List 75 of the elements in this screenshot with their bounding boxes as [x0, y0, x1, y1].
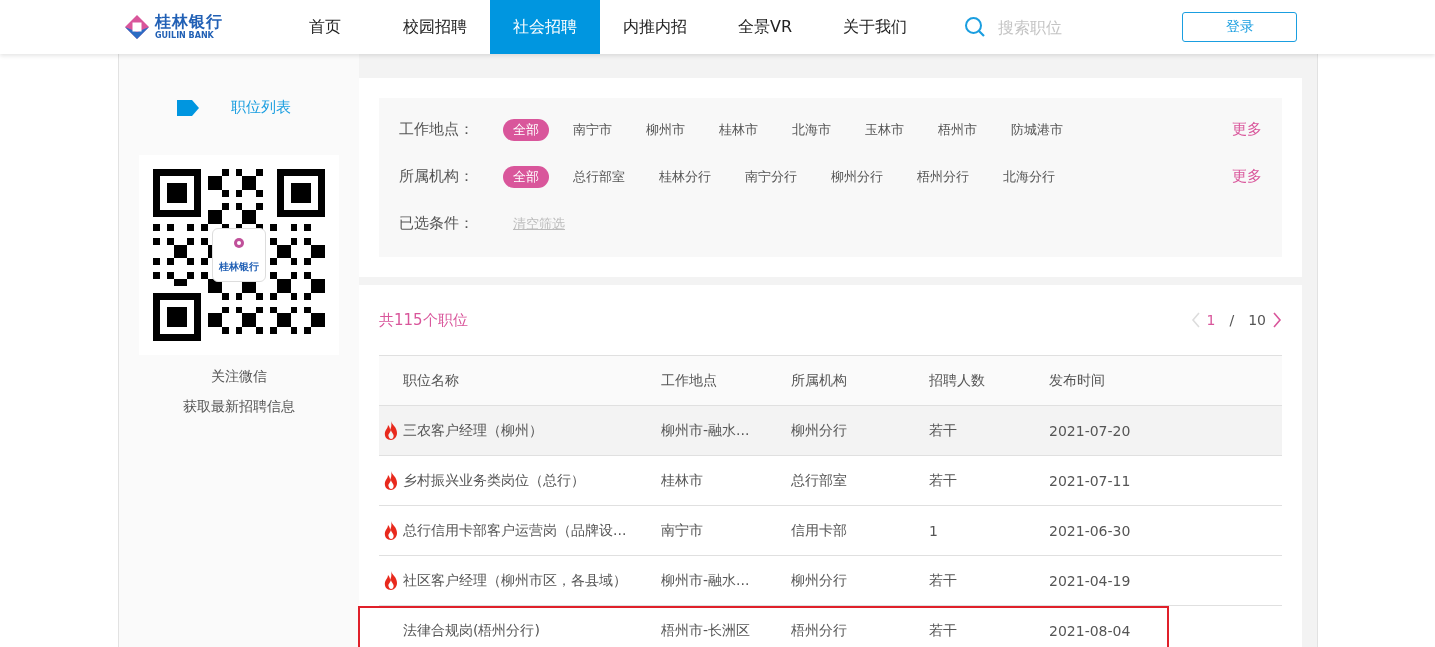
logo-subtitle: GUILIN BANK — [155, 32, 215, 40]
table-cell-text: 信用卡部 — [791, 521, 848, 540]
table-cell-text: 若干 — [929, 571, 958, 590]
filter-option[interactable]: 全部 — [503, 165, 549, 188]
table-cell-text: 2021-06-30 — [1049, 522, 1132, 539]
filter-option[interactable]: 梧州市 — [928, 118, 987, 141]
job-row[interactable]: 乡村振兴业务类岗位（总行） 桂林市 总行部室 若干 2021-07-11 — [379, 456, 1282, 506]
filter-option[interactable]: 北海市 — [782, 118, 841, 141]
table-cell-text: 2021-08-04 — [1049, 622, 1132, 639]
table-cell-text: 三农客户经理（柳州） — [403, 421, 544, 440]
table-cell-text: 社区客户经理（柳州市区，各县域） — [403, 571, 628, 590]
table-cell-text: 总行信用卡部客户运营岗（品牌设... — [403, 521, 628, 540]
filter-option[interactable]: 玉林市 — [855, 118, 914, 141]
table-cell-text: 总行部室 — [791, 471, 848, 490]
search-field[interactable]: 搜索职位 — [996, 16, 1150, 38]
job-count: 共115个职位 — [379, 310, 468, 330]
logo-icon — [124, 14, 150, 40]
table-cell-text: 2021-04-19 — [1049, 572, 1132, 589]
filter-option[interactable]: 南宁市 — [563, 118, 622, 141]
filter-option[interactable]: 柳州分行 — [821, 165, 893, 188]
nav-tab[interactable]: 关于我们 — [820, 0, 930, 54]
job-row[interactable]: 法律合规岗(梧州分行) 梧州市-长洲区 梧州分行 若干 2021-08-04 — [379, 606, 1282, 647]
tag-icon — [177, 99, 199, 116]
table-cell-text: 1 — [929, 522, 939, 539]
table-cell-text: 柳州市-融水... — [661, 571, 751, 590]
column-header: 招聘人数 — [929, 371, 986, 390]
filter-option[interactable]: 防城港市 — [1001, 118, 1073, 141]
search-icon[interactable] — [964, 16, 986, 38]
filter-option[interactable]: 南宁分行 — [735, 165, 807, 188]
filter-label: 所属机构： — [399, 167, 475, 186]
column-header: 职位名称 — [403, 371, 460, 390]
table-cell-text: 若干 — [929, 421, 958, 440]
filter-option[interactable]: 柳州市 — [636, 118, 695, 141]
current-page: 1 — [1206, 312, 1216, 328]
filter-option[interactable]: 桂林分行 — [649, 165, 721, 188]
table-cell-text: 南宁市 — [661, 521, 704, 540]
more-link[interactable]: 更多 — [1232, 120, 1262, 139]
job-row[interactable]: 社区客户经理（柳州市区，各县域） 柳州市-融水... 柳州分行 若干 2021-04-19 — [379, 556, 1282, 606]
table-cell-text: 柳州分行 — [791, 571, 848, 590]
table-cell-text: 若干 — [929, 621, 958, 640]
nav-tab[interactable]: 首页 — [270, 0, 380, 54]
table-cell-text: 2021-07-11 — [1049, 472, 1132, 489]
table-cell-text: 乡村振兴业务类岗位（总行） — [403, 471, 586, 490]
filter-label: 已选条件： — [399, 214, 475, 233]
next-page-icon[interactable] — [1272, 312, 1282, 328]
nav-tab[interactable]: 内推内招 — [600, 0, 710, 54]
logo-name: 桂林银行 — [155, 14, 223, 30]
nav-tab[interactable]: 全景VR — [710, 0, 820, 54]
filter-option[interactable]: 全部 — [503, 118, 549, 141]
table-cell-text: 2021-07-20 — [1049, 422, 1132, 439]
filter-label: 工作地点： — [399, 120, 475, 139]
column-header: 所属机构 — [791, 371, 848, 390]
qr-caption: 关注微信 — [211, 367, 267, 385]
qr-logo-text: 桂林银行 — [218, 260, 260, 274]
page-separator: / — [1229, 312, 1235, 328]
table-cell-text: 若干 — [929, 471, 958, 490]
table-cell-text: 柳州分行 — [791, 421, 848, 440]
table-cell-text: 桂林市 — [661, 471, 704, 490]
table-cell-text: 法律合规岗(梧州分行) — [403, 621, 541, 640]
filter-option[interactable]: 桂林市 — [709, 118, 768, 141]
column-header: 发布时间 — [1049, 371, 1106, 390]
logo-icon — [233, 237, 245, 249]
filter-option[interactable]: 北海分行 — [993, 165, 1065, 188]
total-pages: 10 — [1248, 312, 1266, 328]
more-link[interactable]: 更多 — [1232, 167, 1262, 186]
qr-caption: 获取最新招聘信息 — [183, 397, 295, 415]
column-header: 工作地点 — [661, 371, 718, 390]
job-row[interactable]: 总行信用卡部客户运营岗（品牌设... 南宁市 信用卡部 1 2021-06-30 — [379, 506, 1282, 556]
table-cell-text: 梧州市-长洲区 — [661, 621, 752, 640]
filter-option[interactable]: 总行部室 — [563, 165, 635, 188]
job-row[interactable]: 三农客户经理（柳州） 柳州市-融水... 柳州分行 若干 2021-07-20 — [379, 406, 1282, 456]
nav-tab[interactable]: 校园招聘 — [380, 0, 490, 54]
filter-option[interactable]: 梧州分行 — [907, 165, 979, 188]
table-cell-text: 柳州市-融水... — [661, 421, 751, 440]
table-cell-text: 梧州分行 — [791, 621, 848, 640]
